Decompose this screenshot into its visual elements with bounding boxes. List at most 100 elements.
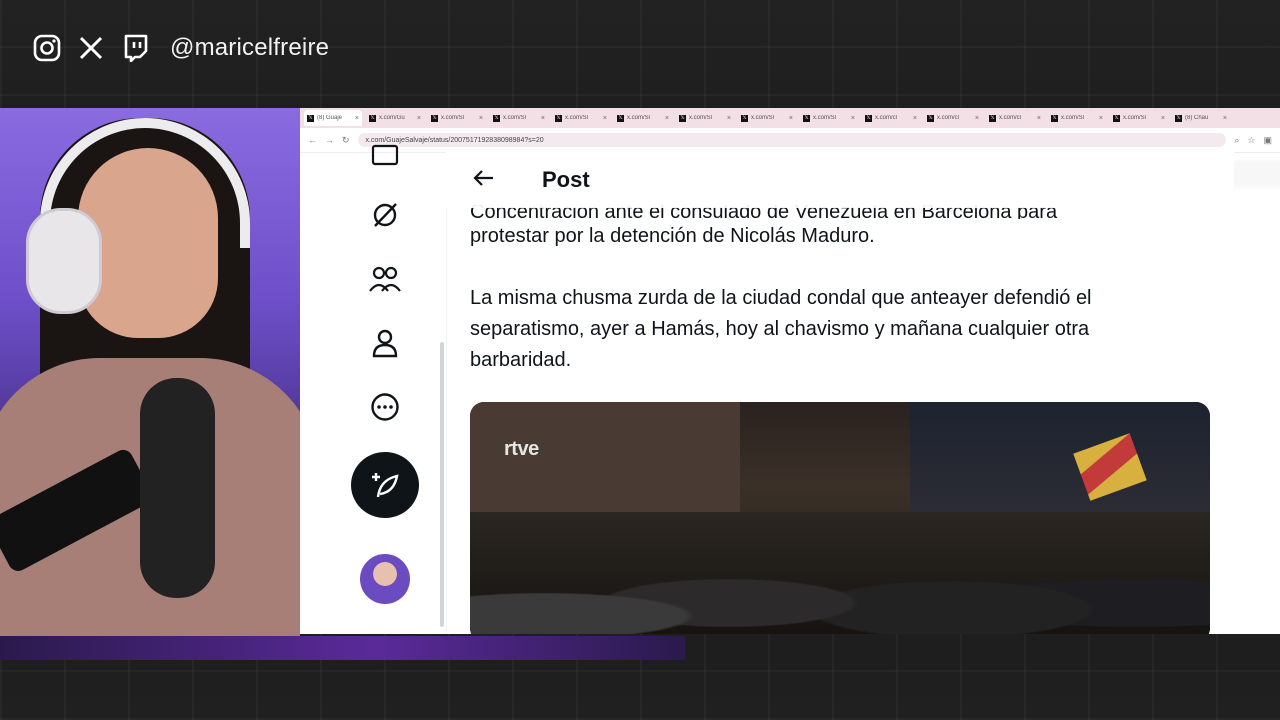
tab-close-icon[interactable]: × xyxy=(1037,115,1041,122)
tab-close-icon[interactable]: × xyxy=(417,115,421,122)
video-building xyxy=(470,402,740,522)
x-favicon-icon: 𝕏 xyxy=(927,114,934,122)
tab-close-icon[interactable]: × xyxy=(789,115,793,122)
x-favicon-icon: 𝕏 xyxy=(1113,114,1120,122)
grok-icon[interactable] xyxy=(368,198,402,232)
post-header: Post xyxy=(446,152,1234,208)
extensions-icon[interactable]: ▣ xyxy=(1263,135,1272,146)
browser-tab[interactable]: 𝕏x.com/Sl × xyxy=(1110,110,1168,126)
tab-close-icon[interactable]: × xyxy=(665,115,669,122)
x-app: Post Concentración ante el consulado de … xyxy=(300,144,1280,634)
tab-strip: 𝕏 (8) Guaje × 𝕏x.com/Gu × 𝕏x.com/Sl × 𝕏x.com/Sl… xyxy=(300,108,1280,128)
x-icon xyxy=(76,33,106,63)
webcam-feed xyxy=(0,108,300,660)
browser-tab[interactable]: 𝕏x.com/Sl × xyxy=(614,110,672,126)
browser-window: 𝕏 (8) Guaje × 𝕏x.com/Gu × 𝕏x.com/Sl × 𝕏x.com/Sl… xyxy=(300,108,1280,634)
tab-title: x.com/Sl xyxy=(565,115,589,121)
tab-title: (8) Guaje xyxy=(317,115,343,121)
post-paragraph-2: La misma chusma zurda de la ciudad conda… xyxy=(470,287,1092,371)
url-field[interactable]: x.com/GuajeSalvaje/status/20075171928380… xyxy=(357,133,1227,147)
tab-title: x.com/Sl xyxy=(689,115,713,121)
post-column: Post Concentración ante el consulado de … xyxy=(446,152,1280,634)
forward-nav-icon[interactable]: → xyxy=(325,135,334,145)
tab-title: x.com/Sl xyxy=(1123,115,1147,121)
sidebar-scrollbar[interactable] xyxy=(440,342,444,627)
post-paragraph-1: protestar por la detención de Nicolás Ma… xyxy=(470,225,875,247)
browser-tab[interactable]: 𝕏x.com/Sl × xyxy=(1048,110,1106,126)
more-icon[interactable] xyxy=(368,390,402,424)
tab-title: x.com/cl xyxy=(937,115,960,121)
twitch-icon xyxy=(120,33,150,63)
microphone xyxy=(140,378,215,598)
bookmark-star-icon[interactable]: ☆ xyxy=(1247,135,1255,146)
browser-tab[interactable]: 𝕏 (8) Chau × xyxy=(1172,110,1230,126)
tab-title: x.com/cl xyxy=(999,115,1022,121)
page-title: Post xyxy=(542,167,590,192)
tab-close-icon[interactable]: × xyxy=(913,115,917,122)
browser-tab[interactable]: 𝕏x.com/Sl × xyxy=(800,110,858,126)
instagram-icon xyxy=(32,33,62,63)
tab-close-icon[interactable]: × xyxy=(479,115,483,122)
tab-close-icon[interactable]: × xyxy=(727,115,731,122)
post-text: Concentración ante el consulado de Venez… xyxy=(470,205,1190,407)
browser-tab[interactable]: 𝕏 (8) Guaje × xyxy=(304,110,362,126)
back-nav-icon[interactable]: ← xyxy=(308,135,317,145)
x-favicon-icon: 𝕏 xyxy=(493,114,500,122)
browser-tab[interactable]: 𝕏x.com/cl × xyxy=(862,110,920,126)
video-sky xyxy=(910,402,1210,512)
social-bar: @maricelfreire xyxy=(32,30,329,66)
tab-close-icon[interactable]: × xyxy=(851,115,855,122)
tab-title: (8) Chau xyxy=(1185,115,1209,121)
back-arrow-icon[interactable] xyxy=(472,167,494,193)
browser-tab[interactable]: 𝕏x.com/Sl × xyxy=(552,110,610,126)
tab-title: x.com/Sl xyxy=(441,115,465,121)
x-favicon-icon: 𝕏 xyxy=(369,114,376,122)
reload-icon[interactable]: ↻ xyxy=(342,135,350,146)
x-favicon-icon: 𝕏 xyxy=(1051,114,1058,122)
messages-icon[interactable] xyxy=(368,138,402,172)
broadcaster-logo: rtve xyxy=(504,438,539,460)
tab-close-icon[interactable]: × xyxy=(1161,115,1165,122)
tab-close-icon[interactable]: × xyxy=(1099,115,1103,122)
video-crowd xyxy=(470,512,1210,634)
address-bar: ← → ↻ x.com/GuajeSalvaje/status/20075171… xyxy=(300,128,1280,153)
tab-close-icon[interactable]: × xyxy=(541,115,545,122)
post-video[interactable]: rtve xyxy=(470,402,1210,634)
profile-icon[interactable] xyxy=(368,326,402,360)
tab-title: x.com/Sl xyxy=(751,115,775,121)
x-favicon-icon: 𝕏 xyxy=(865,114,872,122)
x-favicon-icon: 𝕏 xyxy=(307,114,314,122)
x-favicon-icon: 𝕏 xyxy=(741,114,748,122)
streamer-handle: @maricelfreire xyxy=(170,34,330,61)
browser-tab[interactable]: 𝕏x.com/cl × xyxy=(986,110,1044,126)
tab-close-icon[interactable]: × xyxy=(355,115,359,122)
x-favicon-icon: 𝕏 xyxy=(555,114,562,122)
browser-tab[interactable]: 𝕏x.com/Gu × xyxy=(366,110,424,126)
cam-bottom-glow xyxy=(0,636,685,660)
tab-close-icon[interactable]: × xyxy=(603,115,607,122)
x-favicon-icon: 𝕏 xyxy=(617,114,624,122)
browser-tab[interactable]: 𝕏x.com/Sl × xyxy=(490,110,548,126)
x-favicon-icon: 𝕏 xyxy=(803,114,810,122)
tab-title: x.com/Sl xyxy=(503,115,527,121)
x-favicon-icon: 𝕏 xyxy=(1175,114,1182,122)
x-favicon-icon: 𝕏 xyxy=(431,114,438,122)
headphone-cup xyxy=(26,208,102,314)
browser-tab[interactable]: 𝕏x.com/cl × xyxy=(924,110,982,126)
account-avatar[interactable] xyxy=(360,554,410,604)
x-favicon-icon: 𝕏 xyxy=(989,114,996,122)
x-favicon-icon: 𝕏 xyxy=(679,114,686,122)
zoom-icon[interactable]: ⌕ xyxy=(1234,135,1239,146)
compose-post-button[interactable] xyxy=(351,452,419,518)
communities-icon[interactable] xyxy=(368,262,402,296)
tab-title: x.com/Sl xyxy=(813,115,837,121)
tab-title: x.com/Gu xyxy=(379,115,405,121)
browser-tab[interactable]: 𝕏x.com/Sl × xyxy=(738,110,796,126)
tab-title: x.com/Sl xyxy=(1061,115,1085,121)
tab-close-icon[interactable]: × xyxy=(1223,115,1227,122)
browser-tab[interactable]: 𝕏x.com/Sl × xyxy=(676,110,734,126)
browser-tab[interactable]: 𝕏x.com/Sl × xyxy=(428,110,486,126)
feather-plus-icon xyxy=(372,473,399,498)
tab-close-icon[interactable]: × xyxy=(975,115,979,122)
tab-title: x.com/cl xyxy=(875,115,898,121)
